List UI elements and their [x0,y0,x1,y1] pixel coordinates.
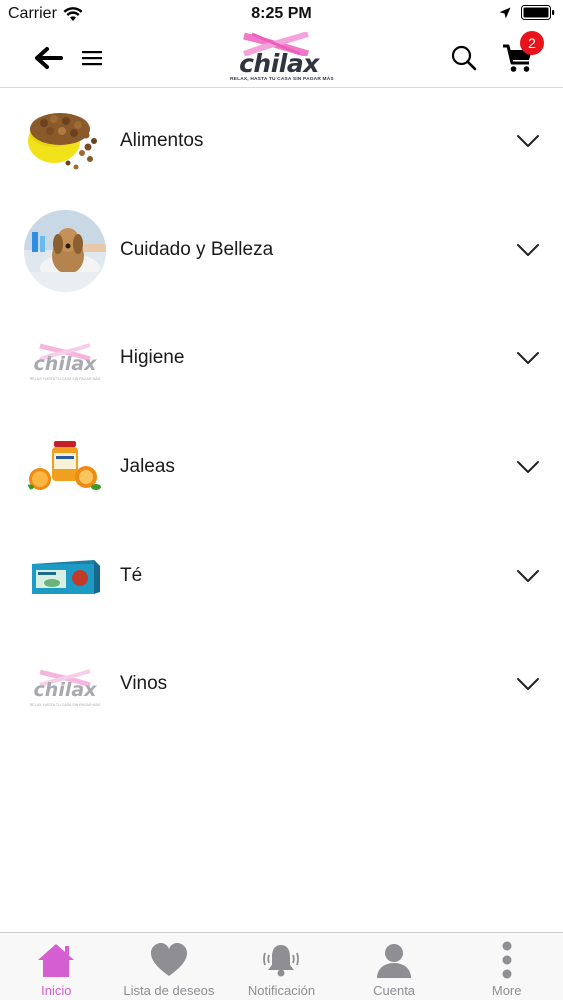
category-list: Alimentos Cuidado y Belleza chilax RELAX… [0,88,563,740]
menu-button[interactable] [72,38,112,78]
tab-more[interactable]: More [450,933,563,1000]
chevron-down-icon[interactable] [516,457,540,477]
person-icon [377,944,412,978]
category-row-jaleas[interactable]: Jaleas [0,414,563,523]
logo-wordmark: chilax [33,679,97,702]
mini-chilax-logo: chilax RELAX, HASTA TU CASA SIN PAGAR MÁ… [24,644,106,726]
status-bar: Carrier 8:25 PM [0,0,563,30]
tab-lista-de-deseos[interactable]: Lista de deseos [113,933,226,1000]
search-icon [451,45,477,71]
bottom-tab-bar: Inicio Lista de deseos Notificación Cuen… [0,932,563,1000]
location-arrow-icon [499,7,511,18]
category-label: Higiene [120,347,185,369]
tab-label: Inicio [41,983,72,998]
more-vertical-icon [502,941,512,979]
category-row-cuidado-y-belleza[interactable]: Cuidado y Belleza [0,197,563,306]
chevron-down-icon[interactable] [516,348,540,368]
tea-box-image [24,535,106,618]
back-arrow-icon [35,47,63,69]
orange-jam-jar-image [24,427,106,510]
chilax-logo-thumbnail: chilax RELAX, HASTA TU CASA SIN PAGAR MÁ… [24,318,106,400]
category-label: Jaleas [120,456,175,478]
chevron-down-icon[interactable] [516,240,540,260]
category-row-higiene[interactable]: chilax RELAX, HASTA TU CASA SIN PAGAR MÁ… [0,305,563,414]
category-label: Vinos [120,673,168,695]
search-button[interactable] [444,38,484,78]
heart-icon [150,943,187,976]
cart-count-badge: 2 [520,31,544,55]
tab-label: Notificación [247,983,316,998]
tab-label: Cuenta [373,983,416,998]
logo-tagline: RELAX, HASTA TU CASA SIN PAGAR MÁS [230,77,334,82]
mini-chilax-logo: chilax RELAX, HASTA TU CASA SIN PAGAR MÁ… [24,318,106,400]
chevron-down-icon[interactable] [516,131,540,151]
tab-cuenta[interactable]: Cuenta [338,933,451,1000]
logo-tagline: RELAX, HASTA TU CASA SIN PAGAR MÁS [29,377,101,382]
dog-food-bowl-image [24,101,106,183]
category-row-te[interactable]: Té [0,523,563,632]
category-label: Alimentos [120,130,204,151]
hamburger-menu-icon [82,51,102,66]
bell-icon [263,945,300,977]
home-icon [38,944,75,977]
chilax-logo: chilax RELAX, HASTA TU CASA SIN PAGAR MÁ… [230,32,334,86]
logo-wordmark: chilax [33,353,97,376]
chevron-down-icon[interactable] [516,674,540,694]
tab-label: More [491,983,522,998]
app-header: chilax RELAX, HASTA TU CASA SIN PAGAR MÁ… [0,30,563,88]
category-row-vinos[interactable]: chilax RELAX, HASTA TU CASA SIN PAGAR MÁ… [0,631,563,740]
tab-notificacion[interactable]: Notificación [225,933,338,1000]
back-button[interactable] [28,38,68,78]
cart-button[interactable]: 2 [498,31,544,78]
status-right [499,5,555,20]
status-time: 8:25 PM [251,5,312,22]
battery-icon [521,5,555,20]
category-row-alimentos[interactable]: Alimentos [0,88,563,197]
logo-wordmark: chilax [239,49,319,78]
logo-tagline: RELAX, HASTA TU CASA SIN PAGAR MÁS [29,703,101,708]
chilax-logo-thumbnail: chilax RELAX, HASTA TU CASA SIN PAGAR MÁ… [24,644,106,726]
tab-inicio[interactable]: Inicio [0,933,113,1000]
category-label: Cuidado y Belleza [120,238,274,260]
dog-bath-image [24,209,106,292]
tab-label: Lista de deseos [123,983,215,998]
category-label: Té [120,564,143,586]
chevron-down-icon[interactable] [516,566,540,586]
